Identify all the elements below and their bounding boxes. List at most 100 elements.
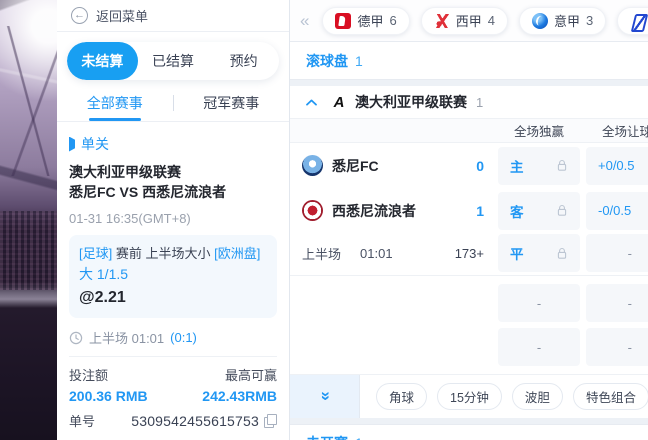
bet-kickoff-time: 01-31 16:35(GMT+8) — [69, 211, 277, 226]
clock-icon — [69, 331, 83, 345]
handicap-value: -0/0.5 — [598, 203, 631, 218]
market-pill-correct-score[interactable]: 波胆 — [512, 383, 563, 410]
live-score: (0:1) — [170, 330, 197, 345]
more-markets-bar: « 角球 15分钟 波胆 特色组合 罚牌 — [290, 374, 648, 418]
stake-labels-row: 投注额 最高可赢 — [69, 365, 277, 384]
team-info: 悉尼FC 0 — [302, 155, 498, 176]
section-inplay[interactable]: 滚球盘 1 — [290, 42, 648, 80]
odds-cell-home-handicap[interactable]: +0/0.5 — [586, 147, 648, 185]
max-win-label: 最高可赢 — [225, 365, 277, 384]
upcoming-count: 1 — [355, 435, 363, 440]
live-period: 上半场 01:01 — [89, 328, 164, 347]
league-tab-count: 4 — [488, 13, 495, 28]
lock-icon — [556, 159, 568, 172]
bet-type-marker-icon — [69, 137, 75, 152]
laliga-icon — [434, 13, 450, 29]
back-arrow-icon: ← — [71, 7, 88, 24]
stake-label: 投注额 — [69, 365, 108, 384]
column-fulltime-1x2: 全场独赢 — [498, 121, 580, 140]
copy-icon[interactable] — [264, 414, 277, 427]
empty-value: - — [628, 340, 648, 355]
tab-unsettled[interactable]: 未结算 — [67, 42, 138, 80]
empty-market-row: - - — [302, 284, 648, 322]
market-pill-15min[interactable]: 15分钟 — [437, 383, 502, 410]
subtab-all-events[interactable]: 全部赛事 — [57, 84, 173, 121]
odds-cell-draw-handicap[interactable]: - — [586, 234, 648, 272]
league-match-count: 1 — [476, 95, 483, 110]
bet-detail-box: [足球] 赛前 上半场大小 [欧洲盘] 大 1/1.5 @2.21 — [69, 235, 277, 318]
order-row: 单号 5309542455615753 — [69, 411, 277, 430]
section-upcoming[interactable]: 未开赛 1 — [290, 424, 648, 440]
match-row-home: 悉尼FC 0 主 +0/0.5 — [290, 143, 648, 188]
market-count: 173+ — [455, 246, 484, 261]
sydney-fc-badge-icon — [302, 155, 323, 176]
league-tab-laliga[interactable]: 西甲 4 — [421, 7, 508, 35]
odds-cell-draw[interactable]: 平 — [498, 234, 580, 272]
league-tab-ligue1[interactable]: 法甲 3 — [617, 7, 648, 35]
league-tab-count: 3 — [586, 13, 593, 28]
league-tab-bundesliga[interactable]: 德甲 6 — [322, 7, 409, 35]
expand-markets-button[interactable]: « — [290, 375, 360, 418]
market-pill-corners[interactable]: 角球 — [376, 383, 427, 410]
settle-tab-bar: 未结算 已结算 预约 — [67, 42, 279, 80]
seriea-icon — [532, 13, 548, 29]
betslip-sidebar: ← 返回菜单 未结算 已结算 预约 全部赛事 冠军赛事 单关 澳大利亚甲级联赛 … — [57, 0, 290, 440]
bet-type-row: 单关 — [69, 134, 277, 154]
subtab-champion-events[interactable]: 冠军赛事 — [174, 84, 290, 121]
market-column-headers: 全场独赢 全场让球 — [290, 119, 648, 143]
bet-market-line: [足球] 赛前 上半场大小 [欧洲盘] — [79, 244, 267, 263]
match-clock: 01:01 — [360, 246, 393, 261]
empty-odds-cell[interactable]: - — [498, 284, 580, 322]
league-tab-label: 德甲 — [357, 11, 383, 30]
empty-value: - — [537, 296, 541, 311]
home-score: 0 — [476, 158, 484, 174]
lock-icon — [556, 247, 568, 260]
empty-value: - — [628, 296, 648, 311]
match-time-info: 上半场 01:01 173+ — [302, 244, 498, 263]
league-tab-label: 意甲 — [554, 11, 580, 30]
market-pill-specials[interactable]: 特色组合 — [573, 383, 648, 410]
empty-odds-cell[interactable]: - — [586, 328, 648, 366]
league-header[interactable]: A 澳大利亚甲级联赛 1 — [290, 86, 648, 119]
league-card-aleague: A 澳大利亚甲级联赛 1 全场独赢 全场让球 悉尼FC 0 主 +0/0. — [290, 86, 648, 418]
match-row-away: 西悉尼流浪者 1 客 -0/0.5 — [290, 188, 648, 233]
pick-label: 平 — [510, 243, 524, 263]
divider — [69, 356, 277, 357]
inplay-count: 1 — [355, 53, 363, 69]
live-status-row: 上半场 01:01 (0:1) — [69, 328, 277, 347]
match-row-time: 上半场 01:01 173+ 平 - — [290, 233, 648, 273]
away-score: 1 — [476, 203, 484, 219]
chevron-up-icon[interactable] — [300, 93, 322, 111]
empty-market-row: - - — [302, 328, 648, 366]
inplay-label: 滚球盘 — [306, 51, 348, 71]
back-label: 返回菜单 — [96, 6, 148, 25]
event-subtabs: 全部赛事 冠军赛事 — [57, 84, 289, 122]
aleague-logo-icon: A — [330, 94, 348, 111]
league-tab-count: 6 — [389, 13, 396, 28]
odds-cell-away-handicap[interactable]: -0/0.5 — [586, 192, 648, 230]
lock-icon — [556, 204, 568, 217]
bet-league-name: 澳大利亚甲级联赛 — [69, 162, 277, 182]
tab-settled[interactable]: 已结算 — [138, 42, 209, 80]
bet-type-label: 单关 — [81, 134, 109, 154]
odds-cell-home-win[interactable]: 主 — [498, 147, 580, 185]
market-pill-list: 角球 15分钟 波胆 特色组合 罚牌 — [360, 375, 648, 418]
ligue1-icon — [630, 13, 646, 29]
empty-value: - — [537, 340, 541, 355]
bet-selection: 大 1/1.5 — [79, 264, 267, 285]
odds-panel: « 德甲 6 西甲 4 意甲 3 法甲 3 滚球盘 1 — [290, 0, 648, 440]
upcoming-label: 未开赛 — [306, 433, 348, 440]
stake-values-row: 200.36 RMB 242.43RMB — [69, 388, 277, 404]
bundesliga-icon — [335, 13, 351, 29]
odds-cell-away-win[interactable]: 客 — [498, 192, 580, 230]
empty-odds-cell[interactable]: - — [586, 284, 648, 322]
handicap-value: +0/0.5 — [598, 158, 635, 173]
league-tab-seriea[interactable]: 意甲 3 — [519, 7, 606, 35]
league-tab-label: 西甲 — [456, 11, 482, 30]
home-team-name: 悉尼FC — [332, 156, 379, 176]
column-fulltime-handicap: 全场让球 — [586, 121, 648, 140]
empty-odds-cell[interactable]: - — [498, 328, 580, 366]
collapse-left-icon[interactable]: « — [298, 11, 311, 31]
back-to-menu-button[interactable]: ← 返回菜单 — [57, 0, 289, 32]
tab-reserved[interactable]: 预约 — [208, 42, 279, 80]
